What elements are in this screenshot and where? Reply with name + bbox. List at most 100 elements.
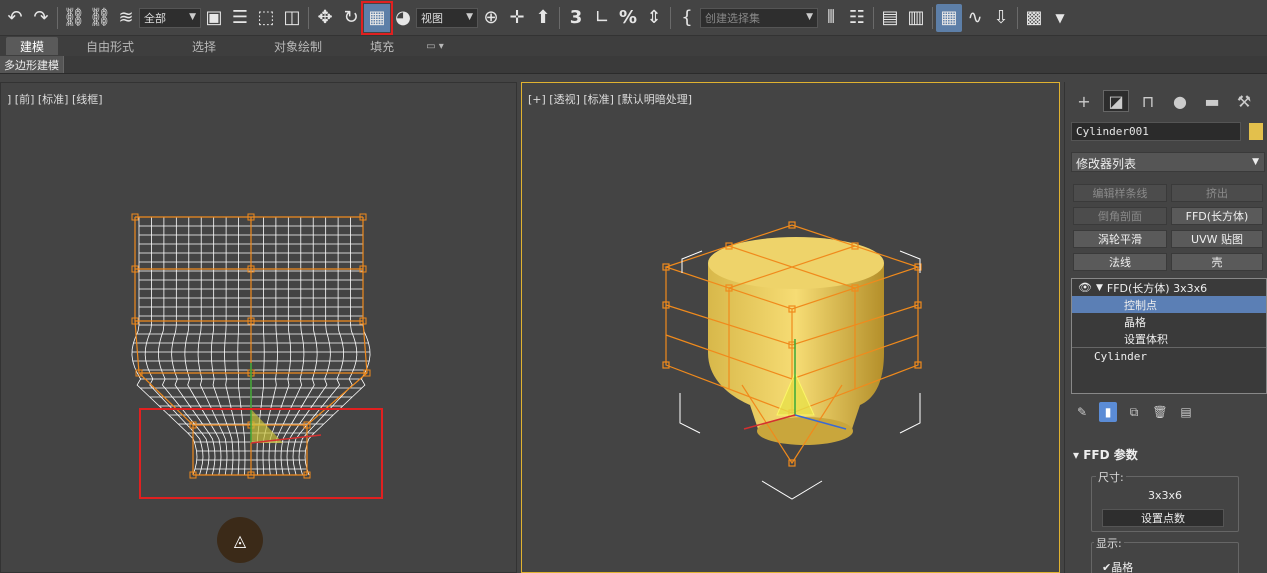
toolbar-divider (873, 6, 874, 29)
tab-populate[interactable]: 填充 (356, 37, 408, 55)
expand-arrow-icon[interactable]: ▼ (1096, 283, 1103, 293)
stack-item-label: FFD(长方体) 3x3x6 (1106, 281, 1208, 295)
redo-icon[interactable]: ↷ (28, 4, 54, 32)
select-by-name-icon[interactable]: ☰ (227, 4, 253, 32)
keyboard-shortcut-icon[interactable]: ⬆ (530, 4, 556, 32)
set-number-of-points-button[interactable]: 设置点数 (1102, 509, 1224, 527)
scene-explorer-icon[interactable]: ▤ (877, 4, 903, 32)
chevron-down-icon: ▼ (1252, 157, 1259, 167)
viewport-front[interactable]: ] [前] [标准] [线框] ◬ (0, 82, 517, 573)
tab-label: 选择 (192, 39, 217, 54)
link-icon[interactable]: ⛓ (61, 4, 87, 32)
rect-selection-icon[interactable]: ⬚ (253, 4, 279, 32)
app-window: ↶ ↷ ⛓ ⛓ ≋ 全部 ▼ ▣ ☰ ⬚ ◫ ✥ ↻ ▦ ◕ 视图 ▼ ⊕ ✛ ⬆ … (0, 0, 1267, 573)
window-crossing-icon[interactable]: ◫ (279, 4, 305, 32)
modifier-list-dropdown[interactable]: 修改器列表 ▼ (1071, 152, 1265, 172)
button-label: 倒角剖面 (1098, 210, 1142, 223)
select-object-icon[interactable]: ▣ (201, 4, 227, 32)
stack-sub-control-points[interactable]: 控制点 (1072, 296, 1266, 313)
more-icon[interactable]: ▼ (1047, 4, 1073, 32)
rotate-icon[interactable]: ↻ (338, 4, 364, 32)
placement-icon[interactable]: ◕ (390, 4, 416, 32)
stack-item-ffd[interactable]: 👁 ▼ FFD(长方体) 3x3x6 (1072, 279, 1266, 296)
ribbon-options-icon[interactable]: ▭ ▾ (412, 37, 458, 55)
tab-label: 对象绘制 (274, 39, 323, 54)
configure-sets-icon[interactable]: ▤ (1177, 402, 1195, 422)
tab-freeform[interactable]: 自由形式 (72, 37, 148, 55)
show-end-result-icon[interactable]: ▮ (1099, 402, 1117, 422)
stack-item-cylinder[interactable]: Cylinder (1072, 347, 1266, 364)
percent-snap-icon[interactable]: % (615, 4, 641, 32)
turbosmooth-button[interactable]: 涡轮平滑 (1073, 230, 1167, 248)
schematic-view-icon[interactable]: ⇩ (988, 4, 1014, 32)
chevron-down-icon: ▼ (806, 11, 813, 22)
curve-editor-icon[interactable]: ∿ (962, 4, 988, 32)
bevel-profile-button[interactable]: 倒角剖面 (1073, 207, 1167, 225)
edit-spline-button[interactable]: 编辑样条线 (1073, 184, 1167, 202)
eye-icon[interactable]: 👁 (1078, 281, 1092, 294)
uvw-map-button[interactable]: UVW 贴图 (1171, 230, 1263, 248)
ribbon-toggle-icon[interactable]: ▦ (936, 3, 962, 32)
utilities-tab-icon[interactable]: ⚒ (1231, 90, 1257, 112)
stack-item-label: Cylinder (1094, 349, 1147, 363)
named-selection-placeholder: 创建选择集 (705, 11, 760, 25)
selection-filter-value: 全部 (144, 11, 166, 25)
pivot-center-icon[interactable]: ⊕ (478, 4, 504, 32)
spinner-snap-icon[interactable]: ⇕ (641, 4, 667, 32)
gizmo-plane[interactable] (251, 409, 283, 443)
ribbon-subbar: 多边形建模 (0, 56, 1267, 74)
rollout-title[interactable]: ▾ FFD 参数 (1073, 446, 1261, 463)
motion-tab-icon[interactable]: ● (1167, 90, 1193, 112)
toolbar-divider (932, 6, 933, 29)
button-label: 编辑样条线 (1092, 187, 1148, 200)
reference-coordinate-dropdown[interactable]: 视图 ▼ (416, 7, 478, 28)
checkbox-label: 晶格 (1111, 561, 1134, 573)
ffd-box-button[interactable]: FFD(长方体) (1171, 207, 1263, 225)
object-name-input[interactable] (1071, 122, 1241, 141)
object-color-swatch[interactable] (1249, 123, 1263, 140)
material-editor-icon[interactable]: ▩ (1021, 4, 1047, 32)
move-icon[interactable]: ✥ (312, 4, 338, 32)
extrude-button[interactable]: 挤出 (1171, 184, 1263, 202)
tab-label: 建模 (20, 39, 45, 54)
polygon-modeling-tab[interactable]: 多边形建模 (0, 56, 64, 73)
toolbar-divider (308, 6, 309, 29)
stack-sub-set-volume[interactable]: 设置体积 (1072, 330, 1266, 347)
stack-tools: ✎ ▮ ⧉ 🗑 ▤ (1073, 402, 1195, 422)
edit-named-selection-icon[interactable]: { (674, 4, 700, 32)
hierarchy-tab-icon[interactable]: ⊓ (1135, 90, 1161, 112)
align-icon[interactable]: ☷ (844, 4, 870, 32)
snap-toggle-label: 3 (569, 7, 583, 28)
button-label: 涡轮平滑 (1098, 233, 1142, 246)
modify-tab-icon[interactable]: ◪ (1103, 90, 1129, 112)
chevron-down-icon: ▼ (466, 11, 473, 22)
button-label: FFD(长方体) (1185, 210, 1249, 223)
tab-modeling[interactable]: 建模 (6, 37, 59, 55)
display-tab-icon[interactable]: ▬ (1199, 90, 1225, 112)
snap-toggle-icon[interactable]: 3 (563, 4, 589, 32)
named-selection-input[interactable]: 创建选择集 ▼ (700, 7, 818, 28)
unlink-icon[interactable]: ⛓ (87, 4, 113, 32)
create-tab-icon[interactable]: + (1071, 90, 1097, 112)
select-manipulate-icon[interactable]: ✛ (504, 4, 530, 32)
make-unique-icon[interactable]: ⧉ (1125, 402, 1143, 422)
lattice-checkbox[interactable]: ✔晶格 (1102, 559, 1133, 573)
stack-sub-label: 晶格 (1124, 315, 1146, 329)
normal-button[interactable]: 法线 (1073, 253, 1167, 271)
remove-modifier-icon[interactable]: 🗑 (1151, 402, 1169, 422)
angle-snap-icon[interactable]: ∟ (589, 4, 615, 32)
undo-icon[interactable]: ↶ (2, 4, 28, 32)
pin-stack-icon[interactable]: ✎ (1073, 402, 1091, 422)
viewport-perspective[interactable]: [+] [透视] [标准] [默认明暗处理] (521, 82, 1060, 573)
bind-space-warp-icon[interactable]: ≋ (113, 4, 139, 32)
tab-selection[interactable]: 选择 (178, 37, 230, 55)
layer-explorer-icon[interactable]: ▥ (903, 4, 929, 32)
button-label: UVW 贴图 (1191, 233, 1243, 246)
percent-snap-label: % (618, 7, 638, 28)
mirror-icon[interactable]: ⫴ (818, 4, 844, 32)
scale-icon[interactable]: ▦ (361, 0, 393, 35)
shell-button[interactable]: 壳 (1171, 253, 1263, 271)
stack-sub-lattice[interactable]: 晶格 (1072, 313, 1266, 330)
tab-object-paint[interactable]: 对象绘制 (260, 37, 336, 55)
selection-filter-dropdown[interactable]: 全部 ▼ (139, 7, 201, 28)
